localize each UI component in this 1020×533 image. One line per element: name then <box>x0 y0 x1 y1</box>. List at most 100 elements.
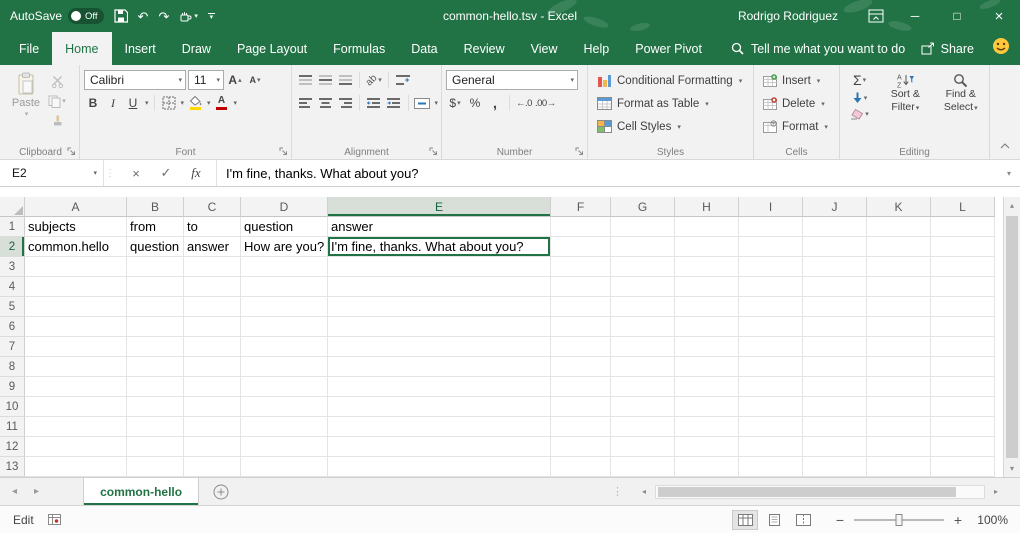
cell-E6[interactable] <box>328 317 551 337</box>
cell-C4[interactable] <box>184 277 241 297</box>
account-name[interactable]: Rodrigo Rodriguez <box>738 9 838 23</box>
cell-B7[interactable] <box>127 337 184 357</box>
cell-F12[interactable] <box>551 437 611 457</box>
cell-D10[interactable] <box>241 397 328 417</box>
shrink-font-button[interactable]: A▾ <box>246 71 264 89</box>
cell-F10[interactable] <box>551 397 611 417</box>
row-header-12[interactable]: 12 <box>0 437 25 457</box>
scroll-left-icon[interactable]: ◂ <box>636 487 652 496</box>
italic-button[interactable]: I <box>104 94 122 112</box>
cell-G5[interactable] <box>611 297 675 317</box>
cell-G11[interactable] <box>611 417 675 437</box>
cell-F6[interactable] <box>551 317 611 337</box>
cell-J1[interactable] <box>803 217 867 237</box>
align-right-button[interactable] <box>336 94 354 112</box>
autosave-toggle[interactable]: AutoSave Off <box>10 8 104 24</box>
enter-button[interactable]: ✓ <box>154 165 178 181</box>
cell-I12[interactable] <box>739 437 803 457</box>
cell-F2[interactable] <box>551 237 611 257</box>
cell-G9[interactable] <box>611 377 675 397</box>
row-header-8[interactable]: 8 <box>0 357 25 377</box>
ribbon-tab-data[interactable]: Data <box>398 32 450 65</box>
cell-A13[interactable] <box>25 457 127 477</box>
cell-J9[interactable] <box>803 377 867 397</box>
cell-L8[interactable] <box>931 357 995 377</box>
cell-I9[interactable] <box>739 377 803 397</box>
format-cells-button[interactable]: Format ▾ <box>758 115 836 138</box>
row-header-1[interactable]: 1 <box>0 217 25 237</box>
page-layout-view-button[interactable] <box>761 510 787 530</box>
currency-format-button[interactable]: $▾ <box>446 94 464 112</box>
cell-J7[interactable] <box>803 337 867 357</box>
autosum-button[interactable]: Σ▾ <box>853 72 866 88</box>
cell-A4[interactable] <box>25 277 127 297</box>
cell-D4[interactable] <box>241 277 328 297</box>
cell-I1[interactable] <box>739 217 803 237</box>
cell-A3[interactable] <box>25 257 127 277</box>
ribbon-tab-help[interactable]: Help <box>571 32 623 65</box>
cell-H3[interactable] <box>675 257 739 277</box>
undo-button[interactable]: ↶ <box>138 10 149 23</box>
minimize-button[interactable]: ─ <box>894 0 936 32</box>
cell-G3[interactable] <box>611 257 675 277</box>
cell-C8[interactable] <box>184 357 241 377</box>
cell-B5[interactable] <box>127 297 184 317</box>
formula-bar-handle[interactable]: ⋮ <box>104 160 116 186</box>
cell-F5[interactable] <box>551 297 611 317</box>
ribbon-tab-home[interactable]: Home <box>52 32 111 65</box>
fill-button[interactable]: ▾ <box>852 92 868 104</box>
row-header-11[interactable]: 11 <box>0 417 25 437</box>
cell-K7[interactable] <box>867 337 931 357</box>
cell-E10[interactable] <box>328 397 551 417</box>
cell-J12[interactable] <box>803 437 867 457</box>
underline-button[interactable]: U <box>124 94 142 112</box>
tab-split-handle[interactable]: ⋮ <box>612 485 623 498</box>
cell-H11[interactable] <box>675 417 739 437</box>
cell-J3[interactable] <box>803 257 867 277</box>
cell-L10[interactable] <box>931 397 995 417</box>
cell-D13[interactable] <box>241 457 328 477</box>
cell-K4[interactable] <box>867 277 931 297</box>
find-select-button[interactable]: Find & Select▾ <box>936 69 986 120</box>
cell-K11[interactable] <box>867 417 931 437</box>
column-header-F[interactable]: F <box>551 197 611 217</box>
number-dialog-launcher[interactable] <box>574 146 585 157</box>
cell-C11[interactable] <box>184 417 241 437</box>
cell-E4[interactable] <box>328 277 551 297</box>
cell-I7[interactable] <box>739 337 803 357</box>
zoom-slider[interactable] <box>854 519 944 521</box>
increase-indent-button[interactable] <box>385 94 403 112</box>
format-painter-button[interactable] <box>48 112 66 130</box>
cell-F8[interactable] <box>551 357 611 377</box>
cell-E3[interactable] <box>328 257 551 277</box>
cell-E1[interactable]: answer <box>328 217 551 237</box>
collapse-ribbon-button[interactable] <box>1000 136 1010 154</box>
next-sheet-button[interactable]: ▸ <box>34 486 39 497</box>
row-header-4[interactable]: 4 <box>0 277 25 297</box>
horizontal-scrollbar[interactable] <box>655 485 985 499</box>
cell-L13[interactable] <box>931 457 995 477</box>
cell-H1[interactable] <box>675 217 739 237</box>
cell-G2[interactable] <box>611 237 675 257</box>
cell-C6[interactable] <box>184 317 241 337</box>
cell-H4[interactable] <box>675 277 739 297</box>
column-header-A[interactable]: A <box>25 197 127 217</box>
cell-A6[interactable] <box>25 317 127 337</box>
cell-F9[interactable] <box>551 377 611 397</box>
cell-C9[interactable] <box>184 377 241 397</box>
ribbon-tab-page-layout[interactable]: Page Layout <box>224 32 320 65</box>
font-size-select[interactable]: 11▾ <box>188 70 224 90</box>
decrease-indent-button[interactable] <box>365 94 383 112</box>
cell-J8[interactable] <box>803 357 867 377</box>
row-header-13[interactable]: 13 <box>0 457 25 477</box>
cell-B6[interactable] <box>127 317 184 337</box>
cancel-button[interactable]: × <box>124 166 148 181</box>
ribbon-tab-draw[interactable]: Draw <box>169 32 224 65</box>
macro-record-button[interactable] <box>48 514 61 525</box>
new-sheet-button[interactable] <box>213 478 229 505</box>
cell-I5[interactable] <box>739 297 803 317</box>
formula-input[interactable]: I'm fine, thanks. What about you? <box>217 160 998 186</box>
ribbon-display-options-button[interactable] <box>858 0 894 32</box>
cell-K13[interactable] <box>867 457 931 477</box>
sheet-tab-common-hello[interactable]: common-hello <box>83 478 199 505</box>
